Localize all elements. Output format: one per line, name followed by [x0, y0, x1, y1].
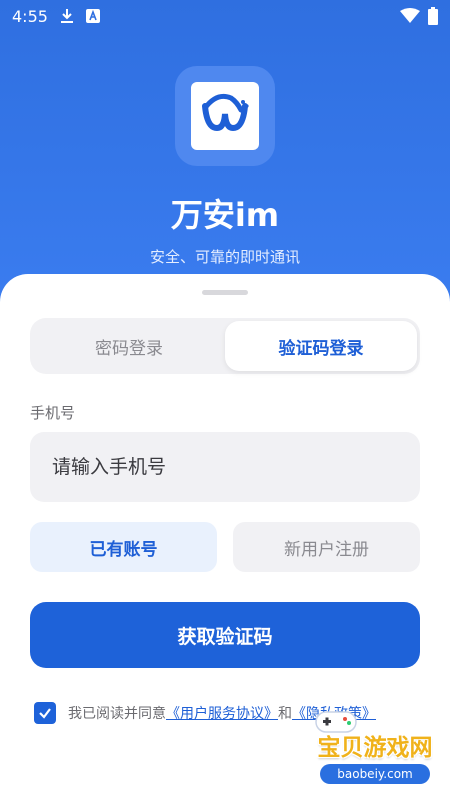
phone-label: 手机号: [30, 404, 76, 422]
watermark-logo: 宝贝游戏网 baobeiy.com: [300, 711, 450, 800]
tab-code-login[interactable]: 验证码登录: [225, 321, 417, 371]
tab-password-login[interactable]: 密码登录: [33, 321, 225, 371]
existing-account-button[interactable]: 已有账号: [30, 522, 217, 572]
app-slogan: 安全、可靠的即时通讯: [149, 248, 300, 266]
login-mode-tabs: 密码登录 验证码登录: [30, 318, 420, 374]
wave-w-logo-icon: [191, 82, 259, 150]
status-time: 4:55: [12, 6, 48, 26]
agreement-prefix: 我已阅读并同意: [68, 706, 166, 722]
battery-icon: [428, 7, 438, 25]
font-a-icon: [85, 9, 100, 23]
sheet-handle[interactable]: [202, 290, 248, 295]
wifi-icon: [400, 8, 420, 24]
check-icon: [39, 708, 51, 719]
app-name: 万安im: [170, 196, 280, 234]
get-code-button[interactable]: 获取验证码: [30, 602, 420, 668]
agreement-checkbox[interactable]: [34, 702, 56, 724]
download-icon: [60, 8, 74, 24]
phone-input[interactable]: [30, 432, 420, 502]
app-logo: [175, 66, 275, 166]
status-bar: 4:55: [0, 0, 450, 32]
watermark-url: baobeiy.com: [320, 764, 430, 784]
agreement-conjunction: 和: [278, 706, 292, 722]
terms-link[interactable]: 《用户服务协议》: [166, 706, 278, 722]
watermark-title: 宝贝游戏网: [317, 735, 433, 761]
register-button[interactable]: 新用户注册: [233, 522, 420, 572]
